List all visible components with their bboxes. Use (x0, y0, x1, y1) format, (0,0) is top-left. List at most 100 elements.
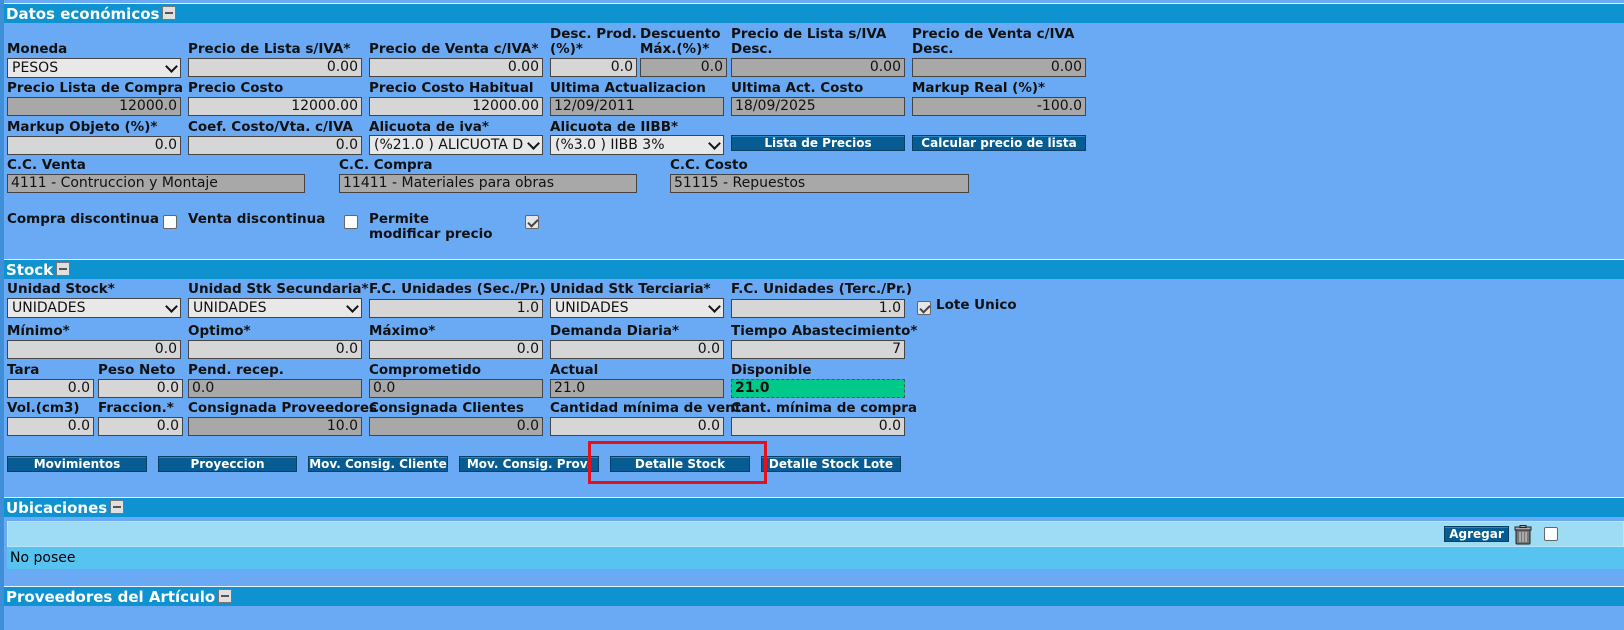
datos-economicos-header: Datos económicos (4, 3, 1624, 23)
unidad-sec-label: Unidad Stk Secundaria* (188, 281, 369, 297)
section-title: Ubicaciones (6, 499, 108, 517)
tara-input[interactable]: 0.0 (7, 379, 94, 398)
proveedores-header: Proveedores del Artículo (4, 586, 1624, 606)
collapse-icon[interactable] (110, 499, 125, 514)
demanda-label: Demanda Diaria* (550, 323, 680, 339)
cant-min-venta-input[interactable]: 0.0 (550, 417, 724, 436)
descuento-max-label: Descuento Máx.(%)* (640, 26, 721, 57)
unidad-ter-select[interactable]: UNIDADES (550, 298, 724, 318)
markup-real-input: -100.0 (912, 97, 1086, 116)
unidad-sec-value: UNIDADES (193, 300, 267, 316)
precio-lista-input[interactable]: 0.00 (188, 58, 362, 77)
alicuota-iva-value: (%21.0 ) ALICUOTA D (374, 137, 524, 153)
cant-min-compra-input[interactable]: 0.0 (731, 417, 905, 436)
lote-unico-label: Lote Unico (936, 297, 1017, 313)
mov-consig-cliente-button[interactable]: Mov. Consig. Cliente (308, 456, 448, 472)
maximo-input[interactable]: 0.0 (369, 340, 543, 359)
movimientos-button[interactable]: Movimientos (7, 456, 147, 472)
precio-costo-input[interactable]: 12000.00 (188, 97, 362, 116)
coef-costo-label: Coef. Costo/Vta. c/IVA (188, 119, 353, 135)
fc-ter-input[interactable]: 1.0 (731, 299, 905, 318)
unidad-stock-select[interactable]: UNIDADES (7, 298, 181, 318)
markup-real-label: Markup Real (%)* (912, 80, 1046, 96)
proyeccion-button[interactable]: Proyeccion (158, 456, 297, 472)
agregar-button[interactable]: Agregar (1444, 526, 1509, 542)
desc-prod-label: Desc. Prod. (%)* (550, 26, 637, 57)
actual-input: 21.0 (550, 379, 724, 398)
moneda-value: PESOS (12, 60, 59, 76)
vol-input[interactable]: 0.0 (7, 417, 94, 436)
tara-label: Tara (7, 362, 40, 378)
pend-recep-input: 0.0 (188, 379, 362, 398)
consig-cli-label: Consignada Clientes (369, 400, 524, 416)
demanda-input[interactable]: 0.0 (550, 340, 724, 359)
compra-discontinua-checkbox[interactable] (163, 215, 177, 229)
actual-label: Actual (550, 362, 599, 378)
optimo-input[interactable]: 0.0 (188, 340, 362, 359)
fc-sec-input[interactable]: 1.0 (369, 299, 543, 318)
section-title: Proveedores del Artículo (6, 588, 216, 606)
moneda-select[interactable]: PESOS (7, 58, 181, 78)
minimo-input[interactable]: 0.0 (7, 340, 181, 359)
consig-prov-label: Consignada Proveedores (188, 400, 378, 416)
precio-venta-desc-input: 0.00 (912, 58, 1086, 77)
lista-precios-button[interactable]: Lista de Precios (731, 135, 905, 151)
venta-discontinua-checkbox[interactable] (344, 215, 358, 229)
collapse-icon[interactable] (56, 261, 71, 276)
unidad-stock-label: Unidad Stock* (7, 281, 115, 297)
ubicaciones-header: Ubicaciones (4, 497, 1624, 517)
chevron-down-icon (708, 137, 721, 150)
trash-icon[interactable] (1514, 525, 1532, 545)
minimo-label: Mínimo* (7, 323, 70, 339)
empty-message: No posee (10, 550, 76, 566)
detalle-stock-lote-button[interactable]: Detalle Stock Lote (761, 456, 901, 472)
highlight-box (588, 441, 767, 484)
precio-lista-desc-input: 0.00 (731, 58, 905, 77)
collapse-icon[interactable] (218, 588, 233, 603)
fraccion-input[interactable]: 0.0 (98, 417, 183, 436)
markup-objeto-label: Markup Objeto (%)* (7, 119, 158, 135)
alicuota-iibb-select[interactable]: (%3.0 ) IIBB 3% (550, 135, 724, 155)
unidad-stock-value: UNIDADES (12, 300, 86, 316)
disponible-label: Disponible (731, 362, 812, 378)
unidad-ter-label: Unidad Stk Terciaria* (550, 281, 711, 297)
section-title: Stock (6, 261, 54, 279)
peso-neto-input[interactable]: 0.0 (98, 379, 183, 398)
descuento-max-input: 0.0 (640, 58, 727, 77)
select-all-checkbox[interactable] (1544, 527, 1558, 541)
ultima-act-costo-label: Ultima Act. Costo (731, 80, 864, 96)
precio-venta-input[interactable]: 0.00 (369, 58, 543, 77)
cant-min-venta-label: Cantidad mínima de venta (550, 400, 751, 416)
stock-header: Stock (4, 259, 1624, 279)
coef-costo-input[interactable]: 0.0 (188, 136, 362, 155)
lote-unico-checkbox[interactable] (917, 301, 931, 315)
maximo-label: Máximo* (369, 323, 436, 339)
alicuota-iva-select[interactable]: (%21.0 ) ALICUOTA D (369, 135, 543, 155)
pend-recep-label: Pend. recep. (188, 362, 284, 378)
cc-costo-input: 51115 - Repuestos (670, 174, 969, 193)
calcular-precio-button[interactable]: Calcular precio de lista (912, 135, 1086, 151)
consig-cli-input: 0.0 (369, 417, 543, 436)
ultima-actualizacion-label: Ultima Actualizacion (550, 80, 706, 96)
fc-ter-label: F.C. Unidades (Terc./Pr.) (731, 281, 913, 297)
precio-lista-compra-input: 12000.0 (7, 97, 181, 116)
precio-lista-compra-label: Precio Lista de Compra (7, 80, 184, 96)
ultima-act-costo-input: 18/09/2025 (731, 97, 905, 116)
precio-lista-desc-label: Precio de Lista s/IVA Desc. (731, 26, 887, 57)
tiempo-input[interactable]: 7 (731, 340, 905, 359)
disponible-input: 21.0 (731, 379, 905, 398)
collapse-icon[interactable] (162, 5, 177, 20)
unidad-sec-select[interactable]: UNIDADES (188, 298, 362, 318)
mov-consig-prov-button[interactable]: Mov. Consig. Prov. (459, 456, 599, 472)
precio-costo-habitual-input[interactable]: 12000.00 (369, 97, 543, 116)
optimo-label: Optimo* (188, 323, 251, 339)
precio-costo-habitual-label: Precio Costo Habitual (369, 80, 534, 96)
chevron-down-icon (165, 60, 178, 73)
ubicaciones-toolbar (7, 521, 1624, 547)
permite-modificar-checkbox[interactable] (525, 215, 539, 229)
markup-objeto-input[interactable]: 0.0 (7, 136, 181, 155)
unidad-ter-value: UNIDADES (555, 300, 629, 316)
chevron-down-icon (346, 300, 359, 313)
alicuota-iibb-value: (%3.0 ) IIBB 3% (555, 137, 665, 153)
desc-prod-input[interactable]: 0.0 (550, 58, 637, 77)
